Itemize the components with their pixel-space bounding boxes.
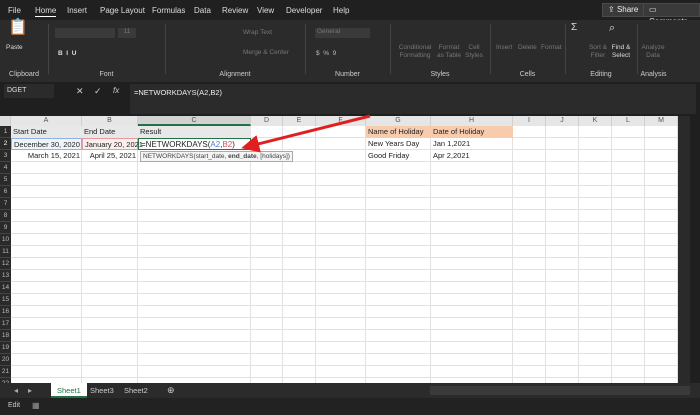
annotation-arrow	[0, 0, 700, 415]
